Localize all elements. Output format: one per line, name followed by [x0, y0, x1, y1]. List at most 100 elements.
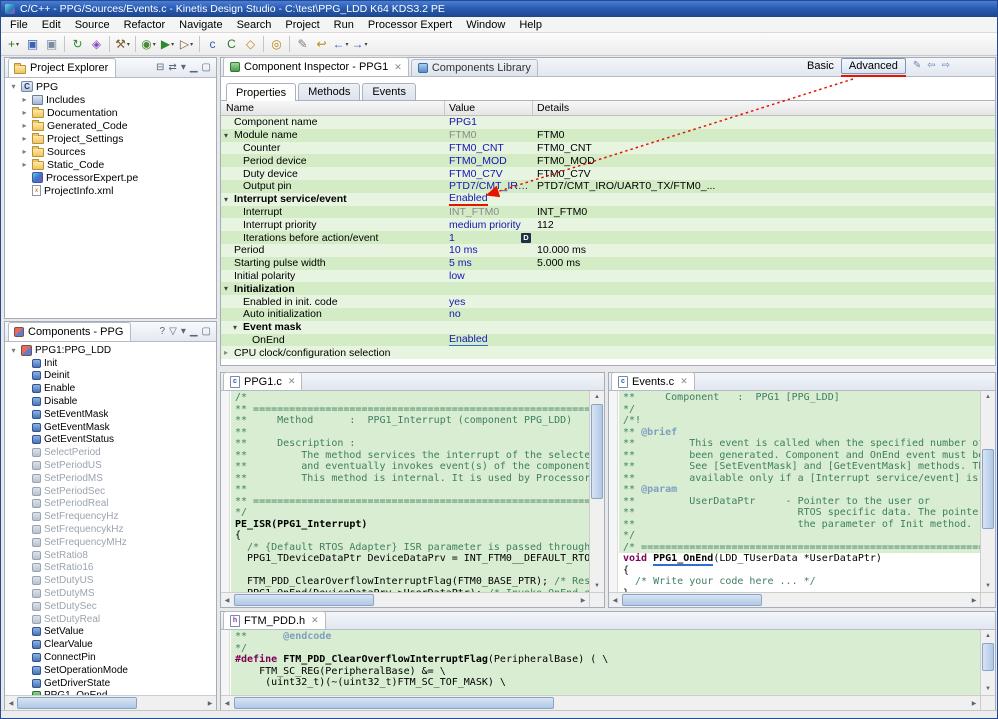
scrollbar-thumb[interactable] — [591, 404, 603, 499]
component-item-setdutyus[interactable]: SetDutyUS — [5, 574, 216, 587]
code-area-eventsc[interactable]: ** Component : PPG1 [PPG_LDD] *//*! ** @br… — [619, 391, 980, 592]
component-item-enable[interactable]: Enable — [5, 382, 216, 395]
scroll-left-icon[interactable]: ◀ — [221, 696, 233, 710]
property-row-counter[interactable]: Counter FTM0_CNT FTM0_CNT — [221, 141, 995, 155]
property-row-component-name[interactable]: Component name PPG1 — [221, 116, 995, 129]
view-menu-icon[interactable]: ▾ — [181, 327, 186, 337]
code-area-ppg1c[interactable]: /* ** ===================================… — [231, 391, 589, 592]
expand-toggle-icon[interactable]: ▸ — [20, 95, 29, 104]
tab-project-explorer[interactable]: Project Explorer — [8, 58, 117, 77]
component-item-geteventmask[interactable]: GetEventMask — [5, 421, 216, 434]
run-icon[interactable]: ▶ ▾ — [158, 35, 177, 54]
close-icon[interactable]: ✕ — [311, 615, 319, 626]
component-item-connectpin[interactable]: ConnectPin — [5, 651, 216, 664]
component-item-ppg1-ppg-ldd[interactable]: ▾ PPG1:PPG_LDD — [5, 344, 216, 357]
component-item-setperiodms[interactable]: SetPeriodMS — [5, 472, 216, 485]
pin-editor-icon[interactable]: ✎ — [913, 61, 921, 71]
tab-components[interactable]: Components - PPG — [8, 322, 132, 341]
horizontal-scrollbar[interactable]: ◀ ▶ — [221, 592, 589, 607]
collapse-all-icon[interactable]: ⊟ — [156, 63, 164, 73]
menu-project[interactable]: Project — [278, 18, 326, 32]
row-toggle-icon[interactable]: ▾ — [233, 323, 243, 332]
menu-window[interactable]: Window — [459, 18, 512, 32]
component-item-setperiodus[interactable]: SetPeriodUS — [5, 459, 216, 472]
expand-toggle-icon[interactable]: ▸ — [20, 108, 29, 117]
tree-item-generated-code[interactable]: ▸ Generated_Code — [5, 119, 216, 132]
property-row-module-name[interactable]: ▾ Module name FTM0 FTM0 — [221, 128, 995, 142]
column-header-details[interactable]: Details — [533, 101, 995, 115]
scroll-up-icon[interactable]: ▲ — [981, 391, 995, 403]
maximize-icon[interactable]: ▢ — [202, 63, 211, 73]
property-row-initialization[interactable]: ▾ Initialization — [221, 282, 995, 296]
close-icon[interactable]: ✕ — [394, 62, 402, 73]
basic-mode-button[interactable]: Basic — [807, 60, 834, 72]
tree-item-includes[interactable]: ▸ Includes — [5, 93, 216, 106]
new-class-icon[interactable]: C — [222, 35, 241, 54]
scroll-up-icon[interactable]: ▲ — [981, 630, 995, 642]
menu-edit[interactable]: Edit — [35, 18, 68, 32]
menu-search[interactable]: Search — [230, 18, 279, 32]
new-c-file-icon[interactable]: c — [203, 35, 222, 54]
scroll-left-icon[interactable]: ◀ — [5, 696, 17, 710]
scrollbar-thumb[interactable] — [234, 697, 554, 709]
tab-component-inspector[interactable]: Component Inspector - PPG1 ✕ — [223, 57, 409, 76]
component-item-disable[interactable]: Disable — [5, 395, 216, 408]
tree-item-projectinfo-xml[interactable]: x ProjectInfo.xml — [5, 184, 216, 197]
scrollbar-thumb[interactable] — [982, 643, 994, 671]
code-area-ftmpddh[interactable]: ** @endcode */#define FTM_PDD_ClearOverfl… — [231, 630, 980, 695]
property-row-period-device[interactable]: Period device FTM0_MOD FTM0_MOD — [221, 154, 995, 168]
scrollbar-thumb[interactable] — [982, 449, 994, 529]
column-header-value[interactable]: Value — [445, 101, 533, 115]
scrollbar-thumb[interactable] — [622, 594, 762, 606]
search-icon[interactable]: ◎ — [267, 35, 286, 54]
tab-eventsc[interactable]: c Events.c ✕ — [611, 372, 695, 390]
close-icon[interactable]: ✕ — [288, 376, 296, 387]
property-row-period[interactable]: Period 10 ms 10.000 ms — [221, 243, 995, 257]
row-toggle-icon[interactable]: ▾ — [224, 131, 234, 140]
component-item-setfrequencymhz[interactable]: SetFrequencyMHz — [5, 536, 216, 549]
filter-icon[interactable]: ▽ — [169, 327, 177, 337]
components-horizontal-scrollbar[interactable]: ◀ ▶ — [5, 695, 216, 710]
component-item-geteventstatus[interactable]: GetEventStatus — [5, 434, 216, 447]
menu-file[interactable]: File — [3, 18, 35, 32]
debug-icon[interactable]: ◉ ▾ — [139, 35, 158, 54]
component-item-getdriverstate[interactable]: GetDriverState — [5, 677, 216, 690]
tree-item-processorexpert-pe[interactable]: ProcessorExpert.pe — [5, 171, 216, 184]
menu-navigate[interactable]: Navigate — [172, 18, 229, 32]
component-item-setperiodsec[interactable]: SetPeriodSec — [5, 485, 216, 498]
property-row-cpu-clock-configuration-selection[interactable]: ▸ CPU clock/configuration selection — [221, 346, 995, 360]
minimize-icon[interactable]: ▁ — [190, 327, 198, 337]
new-wizard-icon[interactable]: + ▾ — [4, 35, 23, 54]
property-row-onend[interactable]: OnEnd Enabled — [221, 333, 995, 347]
row-toggle-icon[interactable]: ▾ — [224, 284, 234, 293]
property-row-event-mask[interactable]: ▾ Event mask — [221, 320, 995, 334]
component-item-setratio16[interactable]: SetRatio16 — [5, 562, 216, 575]
tab-ftmpddh[interactable]: h FTM_PDD.h ✕ — [223, 611, 326, 629]
scroll-right-icon[interactable]: ▶ — [968, 593, 980, 607]
maximize-icon[interactable]: ▢ — [202, 327, 211, 337]
menu-source[interactable]: Source — [68, 18, 117, 32]
scrollbar-thumb[interactable] — [17, 697, 137, 709]
build-icon[interactable]: ⚒ ▾ — [113, 35, 132, 54]
save-icon[interactable]: ▣ — [23, 35, 42, 54]
expand-toggle-icon[interactable]: ▸ — [20, 134, 29, 143]
back-icon[interactable]: ⇦ — [927, 61, 935, 71]
link-with-editor-icon[interactable]: ⇄ — [168, 63, 176, 73]
property-row-starting-pulse-width[interactable]: Starting pulse width 5 ms 5.000 ms — [221, 256, 995, 270]
scroll-down-icon[interactable]: ▼ — [981, 580, 995, 592]
component-item-selectperiod[interactable]: SelectPeriod — [5, 446, 216, 459]
component-item-setoperationmode[interactable]: SetOperationMode — [5, 664, 216, 677]
expand-toggle-icon[interactable]: ▸ — [20, 121, 29, 130]
row-toggle-icon[interactable]: ▸ — [224, 348, 234, 357]
tab-properties[interactable]: Properties — [226, 83, 297, 101]
column-header-name[interactable]: Name — [221, 101, 445, 115]
expand-toggle-icon[interactable]: ▸ — [20, 160, 29, 169]
expand-toggle-icon[interactable]: ▾ — [9, 346, 18, 355]
tab-components-library[interactable]: Components Library — [410, 59, 538, 76]
pe-component-icon[interactable]: ◈ — [87, 35, 106, 54]
last-edit-location-icon[interactable]: ↩ — [312, 35, 331, 54]
component-item-seteventmask[interactable]: SetEventMask — [5, 408, 216, 421]
property-row-duty-device[interactable]: Duty device FTM0_C7V FTM0_C7V — [221, 167, 995, 180]
component-item-setdutysec[interactable]: SetDutySec — [5, 600, 216, 613]
horizontal-scrollbar[interactable]: ◀ ▶ — [221, 695, 980, 710]
